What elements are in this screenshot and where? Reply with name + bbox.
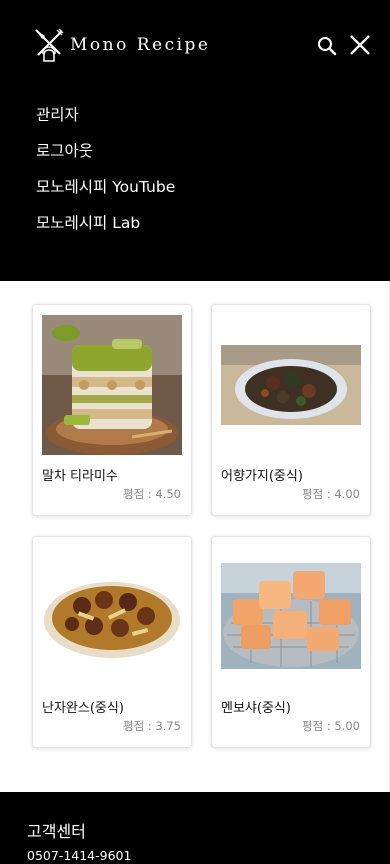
recipe-name: 말차 티라미수 — [42, 469, 118, 484]
search-icon[interactable] — [316, 35, 338, 57]
recipe-card[interactable]: 말차 티라미수 평점 : 4.50 — [32, 304, 192, 516]
logo-text: Mono Recipe — [70, 35, 211, 55]
matcha-tiramisu-photo — [42, 315, 182, 455]
recipe-name: 어향가지(중식) — [221, 469, 303, 484]
menu-item-youtube[interactable]: 모노레시피 YouTube — [36, 176, 175, 212]
menu-item-lab[interactable]: 모노레시피 Lab — [36, 212, 175, 248]
logo[interactable]: Mono Recipe — [34, 28, 211, 62]
menu-item-logout[interactable]: 로그아웃 — [36, 140, 175, 176]
customer-center-title: 고객센터 — [27, 822, 86, 841]
recipe-grid: 말차 티라미수 평점 : 4.50 어향가지(중식) 평점 : 4.00 난자완… — [0, 281, 390, 792]
menbosha-shrimp-toast-photo — [221, 563, 361, 669]
recipe-name: 난자완스(중식) — [42, 701, 124, 716]
recipe-rating: 평점 : 4.00 — [302, 487, 360, 501]
recipe-rating: 평점 : 3.75 — [123, 719, 181, 733]
recipe-rating: 평점 : 4.50 — [123, 487, 181, 501]
recipe-card[interactable]: 멘보샤(중식) 평점 : 5.00 — [211, 536, 371, 748]
recipe-card[interactable]: 어향가지(중식) 평점 : 4.00 — [211, 304, 371, 516]
menu-item-admin[interactable]: 관리자 — [36, 104, 175, 140]
customer-center-phone[interactable]: 0507-1414-9601 — [27, 848, 131, 863]
recipe-rating: 평점 : 5.00 — [302, 719, 360, 733]
nav-menu: 관리자 로그아웃 모노레시피 YouTube 모노레시피 Lab — [36, 104, 175, 248]
chef-knife-fork-icon — [35, 28, 64, 62]
recipe-name: 멘보샤(중식) — [221, 701, 291, 716]
fish-fragrant-eggplant-photo — [221, 345, 361, 425]
close-icon[interactable] — [348, 33, 372, 57]
footer: 고객센터 0507-1414-9601 — [0, 792, 390, 864]
header: Mono Recipe 관리자 로그아웃 모노레시피 YouTube 모노레시피… — [0, 0, 390, 281]
nanjawanseu-meatball-photo — [42, 570, 182, 662]
recipe-card[interactable]: 난자완스(중식) 평점 : 3.75 — [32, 536, 192, 748]
